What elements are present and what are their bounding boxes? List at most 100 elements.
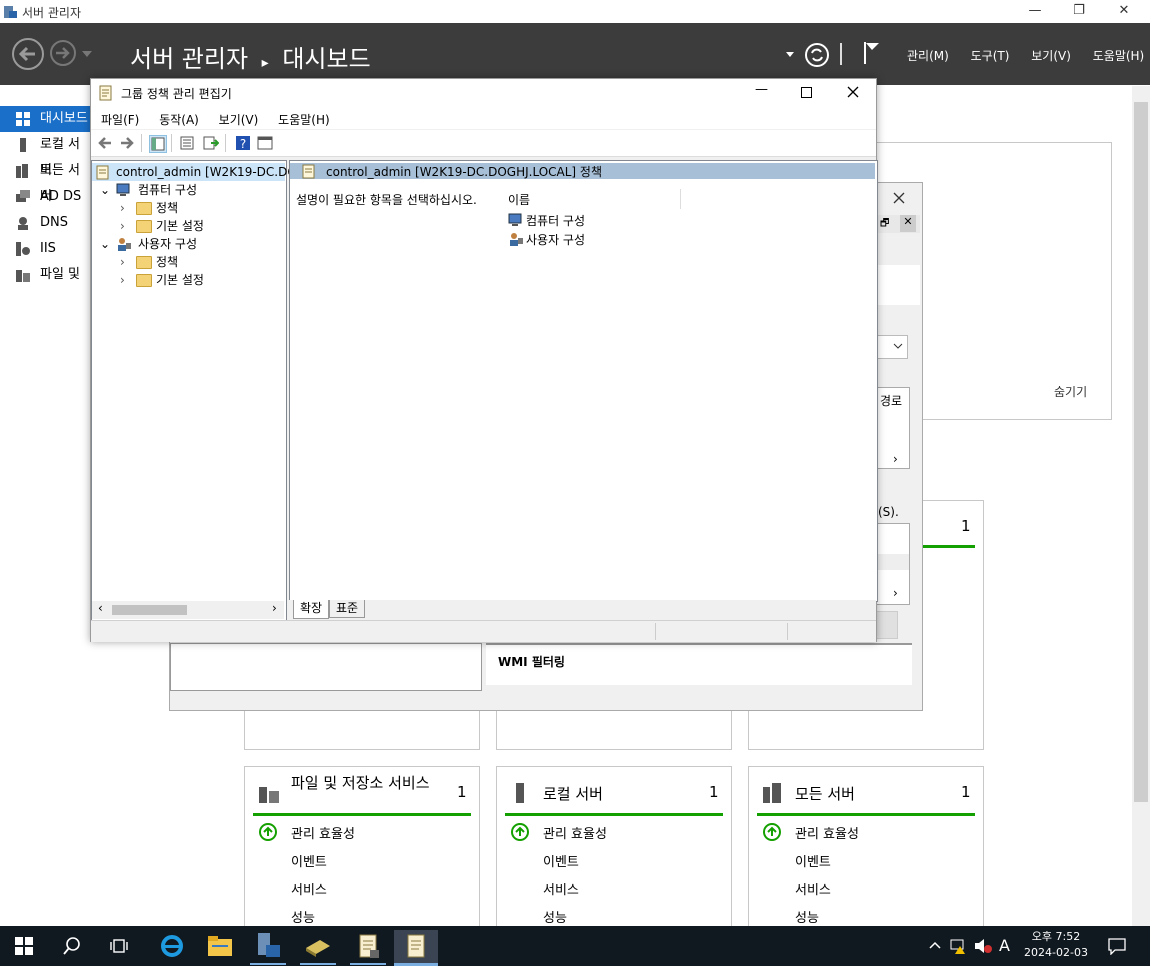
taskbar-explorer[interactable] — [198, 930, 242, 966]
tree-hscrollbar[interactable]: ‹ › — [92, 601, 284, 619]
tile-row-performance[interactable]: 성능 — [795, 907, 819, 926]
tree-hscrollbar-thumb[interactable] — [112, 605, 187, 615]
tile-row-performance[interactable]: 성능 — [543, 907, 567, 926]
taskbar-gpmc[interactable] — [346, 930, 390, 966]
tab-standard[interactable]: 표준 — [329, 600, 365, 618]
tile-title[interactable]: 파일 및 저장소 서비스 — [291, 773, 441, 793]
menu-tools[interactable]: 도구(T) — [971, 49, 1010, 63]
action-center-icon[interactable] — [1108, 937, 1126, 955]
hide-welcome-link[interactable]: 숨기기 — [1054, 383, 1087, 400]
menu-help[interactable]: 도움말(H) — [1093, 49, 1145, 63]
refresh-icon[interactable] — [804, 42, 830, 68]
tree-item-user-prefs[interactable]: › 기본 설정 — [92, 271, 282, 289]
tree-root[interactable]: control_admin [W2K19-DC.DO — [92, 163, 297, 181]
sidebar-item-iis[interactable]: IIS — [0, 236, 90, 262]
back-arrow-icon[interactable] — [11, 37, 47, 71]
taskbar-ad-tools[interactable] — [296, 930, 340, 966]
close-icon[interactable] — [892, 191, 906, 205]
tree-item-computer-config[interactable]: ⌄ 컴퓨터 구성 — [92, 181, 282, 199]
volume-muted-icon[interactable] — [974, 938, 992, 954]
forward-arrow-icon[interactable] — [49, 39, 79, 69]
tile-row-manageability[interactable]: 관리 효율성 — [291, 823, 355, 842]
ime-indicator[interactable]: A — [999, 936, 1010, 955]
show-hide-tree-icon[interactable] — [149, 135, 167, 153]
sidebar-item-local-server[interactable]: 로컬 서버 — [0, 132, 90, 178]
collapse-chevron-icon[interactable]: › — [120, 253, 125, 271]
windows-start-icon[interactable] — [15, 937, 33, 955]
task-view-icon[interactable] — [110, 937, 130, 955]
dropdown[interactable] — [876, 335, 908, 359]
tree-item-computer-policies[interactable]: › 정책 — [92, 199, 282, 217]
help-icon[interactable]: ? — [235, 135, 251, 151]
main-scrollbar-thumb[interactable] — [1134, 102, 1148, 802]
clock[interactable]: 오후 7:52 2024-02-03 — [1018, 929, 1094, 961]
minimize-button[interactable]: — — [1012, 0, 1058, 23]
close-button[interactable] — [847, 86, 859, 98]
show-hidden-icons-chevron-icon[interactable] — [929, 941, 941, 949]
list-item[interactable]: 컴퓨터 구성 — [506, 211, 626, 229]
sidebar-item-ad-ds[interactable]: AD DS — [0, 184, 90, 210]
tab-extended[interactable]: 확장 — [293, 600, 329, 619]
collapse-chevron-icon[interactable]: › — [120, 271, 125, 289]
restore-button[interactable]: ❐ — [1056, 0, 1102, 23]
history-dropdown-icon[interactable] — [82, 51, 92, 57]
scroll-left-icon[interactable]: ‹ — [98, 601, 103, 615]
tile-file-storage[interactable]: 파일 및 저장소 서비스 1 관리 효율성 이벤트 서비스 성능 — [244, 766, 480, 938]
button[interactable] — [876, 611, 898, 639]
refresh-dropdown-icon[interactable] — [786, 52, 794, 57]
view-icon[interactable] — [257, 135, 273, 151]
forward-icon[interactable] — [119, 135, 135, 151]
tile-all-servers[interactable]: 모든 서버 1 관리 효율성 이벤트 서비스 성능 — [748, 766, 984, 938]
collapse-chevron-icon[interactable]: › — [120, 199, 125, 217]
menu-manage[interactable]: 관리(M) — [907, 49, 949, 63]
tile-row-services[interactable]: 서비스 — [543, 879, 579, 898]
sidebar-item-dns[interactable]: DNS — [0, 210, 90, 236]
expand-chevron-icon[interactable]: ⌄ — [100, 181, 110, 199]
menu-view[interactable]: 보기(V) — [219, 113, 259, 127]
tile-row-events[interactable]: 이벤트 — [795, 851, 831, 870]
taskbar-server-manager[interactable] — [246, 930, 290, 966]
taskbar-ie[interactable] — [150, 930, 194, 966]
tile-row-performance[interactable]: 성능 — [291, 907, 315, 926]
collapse-chevron-icon[interactable]: › — [120, 217, 125, 235]
column-header-name[interactable]: 이름 — [502, 189, 682, 209]
expand-chevron-icon[interactable]: ⌄ — [100, 235, 110, 253]
list-item[interactable]: 사용자 구성 — [506, 230, 626, 248]
menu-action[interactable]: 동작(A) — [159, 113, 199, 127]
sidebar-item-all-servers[interactable]: 모든 서버 — [0, 158, 90, 204]
mdi-close-icon[interactable]: ✕ — [900, 215, 916, 232]
breadcrumb-root[interactable]: 서버 관리자 — [130, 45, 248, 73]
sidebar-item-file-storage[interactable]: 파일 및 — [0, 262, 90, 288]
mdi-restore-icon[interactable]: 🗗 — [880, 216, 889, 233]
column-divider[interactable] — [680, 189, 681, 209]
tile-title[interactable]: 모든 서버 — [795, 783, 855, 804]
minimize-button[interactable]: — — [755, 82, 768, 97]
menu-view[interactable]: 보기(V) — [1031, 49, 1071, 63]
properties-icon[interactable] — [179, 135, 195, 151]
scroll-right-icon[interactable]: › — [893, 586, 898, 600]
network-warning-icon[interactable] — [950, 938, 968, 954]
tree-item-computer-prefs[interactable]: › 기본 설정 — [92, 217, 282, 235]
scroll-right-icon[interactable]: › — [272, 601, 277, 615]
tile-row-events[interactable]: 이벤트 — [291, 851, 327, 870]
notifications-flag-icon[interactable] — [862, 40, 882, 66]
tile-row-manageability[interactable]: 관리 효율성 — [543, 823, 607, 842]
back-icon[interactable] — [97, 135, 113, 151]
sidebar-item-dashboard[interactable]: 대시보드 — [0, 106, 90, 132]
tile-row-services[interactable]: 서비스 — [795, 879, 831, 898]
tile-row-manageability[interactable]: 관리 효율성 — [795, 823, 859, 842]
taskbar-gpme[interactable] — [394, 930, 438, 966]
close-button[interactable]: ✕ — [1101, 0, 1147, 23]
menu-help[interactable]: 도움말(H) — [278, 113, 330, 127]
tile-row-services[interactable]: 서비스 — [291, 879, 327, 898]
scroll-right-icon[interactable]: › — [893, 452, 898, 466]
export-list-icon[interactable] — [203, 135, 219, 151]
tree-item-user-policies[interactable]: › 정책 — [92, 253, 282, 271]
main-scrollbar[interactable] — [1132, 86, 1150, 926]
tree-item-user-config[interactable]: ⌄ 사용자 구성 — [92, 235, 282, 253]
search-icon[interactable] — [63, 937, 81, 955]
list-row[interactable] — [877, 554, 909, 570]
tile-title[interactable]: 로컬 서버 — [543, 783, 603, 804]
tile-row-events[interactable]: 이벤트 — [543, 851, 579, 870]
maximize-button[interactable] — [801, 87, 812, 98]
